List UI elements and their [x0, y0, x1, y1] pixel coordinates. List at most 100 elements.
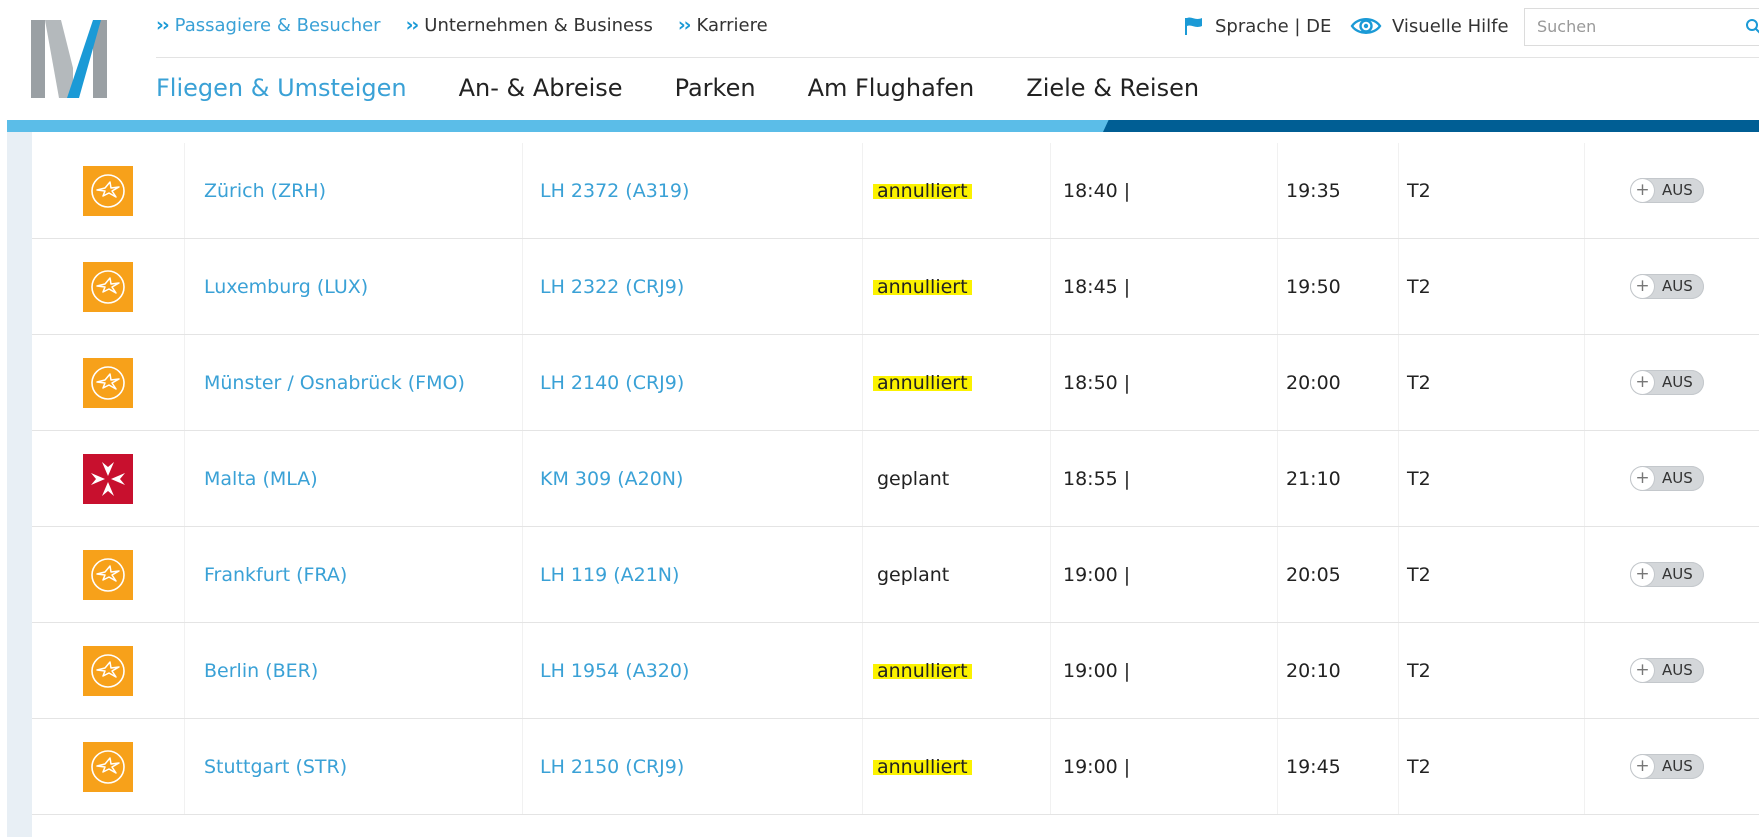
- column-divider: [522, 143, 523, 238]
- toggle-label: AUS: [1662, 469, 1693, 487]
- top-link-label: Karriere: [696, 14, 768, 36]
- departure-time-label: 18:55 |: [1063, 467, 1131, 490]
- column-divider: [862, 527, 863, 622]
- column-divider: [862, 431, 863, 526]
- status-label: annulliert: [873, 275, 972, 298]
- arrival-time: 20:00: [1286, 335, 1341, 430]
- column-divider: [184, 239, 185, 334]
- flight-number-link[interactable]: KM 309 (A20N): [540, 431, 683, 526]
- destination-link[interactable]: Münster / Osnabrück (FMO): [204, 335, 465, 430]
- destination-link[interactable]: Frankfurt (FRA): [204, 527, 347, 622]
- table-row[interactable]: Frankfurt (FRA) LH 119 (A21N) geplant 19…: [32, 527, 1759, 623]
- flight-alert-toggle[interactable]: + AUS: [1630, 178, 1704, 203]
- destination-link[interactable]: Berlin (BER): [204, 623, 318, 718]
- airline-logo-cell: [83, 431, 133, 526]
- flight-number-label: LH 2150 (CRJ9): [540, 755, 685, 778]
- departure-time-label: 19:00 |: [1063, 755, 1131, 778]
- airline-logo-cell: [83, 719, 133, 814]
- flag-icon: [1185, 17, 1202, 35]
- main-nav-arrival-departure[interactable]: An- & Abreise: [459, 74, 623, 102]
- flight-number-link[interactable]: LH 2150 (CRJ9): [540, 719, 684, 814]
- column-divider: [184, 143, 185, 238]
- destination-link[interactable]: Malta (MLA): [204, 431, 318, 526]
- munich-airport-logo[interactable]: [31, 20, 107, 98]
- flight-toggle-cell: + AUS: [1630, 623, 1704, 718]
- terminal: T2: [1407, 431, 1431, 526]
- column-divider: [184, 623, 185, 718]
- main-nav-parking[interactable]: Parken: [675, 74, 756, 102]
- column-divider: [1277, 335, 1278, 430]
- flight-alert-toggle[interactable]: + AUS: [1630, 370, 1704, 395]
- column-divider: [1398, 239, 1399, 334]
- top-link-label: Unternehmen & Business: [424, 14, 653, 36]
- destination-link[interactable]: Luxemburg (LUX): [204, 239, 368, 334]
- destination-link[interactable]: Zürich (ZRH): [204, 143, 326, 238]
- airline-logo-cell: [83, 623, 133, 718]
- flight-alert-toggle[interactable]: + AUS: [1630, 466, 1704, 491]
- table-row[interactable]: Berlin (BER) LH 1954 (A320) annulliert 1…: [32, 623, 1759, 719]
- departure-time: 19:00 |: [1063, 527, 1130, 622]
- flight-status: annulliert: [873, 335, 972, 430]
- arrival-time-label: 20:10: [1286, 659, 1341, 682]
- status-label: annulliert: [873, 179, 972, 202]
- departure-time: 18:45 |: [1063, 239, 1130, 334]
- column-divider: [1398, 143, 1399, 238]
- table-row[interactable]: Zürich (ZRH) LH 2372 (A319) annulliert 1…: [32, 143, 1759, 239]
- destination-link[interactable]: Stuttgart (STR): [204, 719, 347, 814]
- flight-number-label: LH 1954 (A320): [540, 659, 690, 682]
- column-divider: [1584, 527, 1585, 622]
- top-link-business[interactable]: ›› Unternehmen & Business: [406, 14, 653, 36]
- flight-number-link[interactable]: LH 119 (A21N): [540, 527, 679, 622]
- column-divider: [522, 719, 523, 814]
- plus-icon: +: [1631, 659, 1654, 682]
- arrival-time: 20:10: [1286, 623, 1341, 718]
- arrival-time-label: 20:00: [1286, 371, 1341, 394]
- column-divider: [862, 623, 863, 718]
- terminal: T2: [1407, 143, 1431, 238]
- flight-alert-toggle[interactable]: + AUS: [1630, 274, 1704, 299]
- arrival-time-label: 19:35: [1286, 179, 1341, 202]
- destination-label: Zürich (ZRH): [204, 179, 327, 202]
- search-icon[interactable]: [1745, 18, 1759, 36]
- search-input[interactable]: [1525, 9, 1737, 43]
- destination-label: Stuttgart (STR): [204, 755, 348, 778]
- visual-help-link[interactable]: Visuelle Hilfe: [1350, 13, 1509, 39]
- departure-time: 18:55 |: [1063, 431, 1130, 526]
- status-label: geplant: [877, 467, 950, 490]
- top-link-passengers[interactable]: ›› Passagiere & Besucher: [156, 14, 381, 36]
- table-row[interactable]: Münster / Osnabrück (FMO) LH 2140 (CRJ9)…: [32, 335, 1759, 431]
- flight-number-link[interactable]: LH 2322 (CRJ9): [540, 239, 684, 334]
- table-row[interactable]: Stuttgart (STR) LH 2150 (CRJ9) annullier…: [32, 719, 1759, 815]
- main-nav: Fliegen & Umsteigen An- & Abreise Parken…: [156, 70, 1251, 106]
- visual-help-label: Visuelle Hilfe: [1392, 15, 1509, 37]
- terminal-label: T2: [1407, 179, 1431, 202]
- flight-alert-toggle[interactable]: + AUS: [1630, 658, 1704, 683]
- column-divider: [1398, 719, 1399, 814]
- flight-status: annulliert: [873, 623, 972, 718]
- flight-toggle-cell: + AUS: [1630, 335, 1704, 430]
- column-divider: [1277, 431, 1278, 526]
- table-row[interactable]: Luxemburg (LUX) LH 2322 (CRJ9) annullier…: [32, 239, 1759, 335]
- flight-number-link[interactable]: LH 1954 (A320): [540, 623, 689, 718]
- flight-number-link[interactable]: LH 2372 (A319): [540, 143, 689, 238]
- top-link-career[interactable]: ›› Karriere: [678, 14, 768, 36]
- language-switch[interactable]: Sprache | DE: [1183, 13, 1331, 39]
- main-nav-at-airport[interactable]: Am Flughafen: [808, 74, 975, 102]
- flight-alert-toggle[interactable]: + AUS: [1630, 754, 1704, 779]
- departure-time-label: 18:45 |: [1063, 275, 1131, 298]
- column-divider: [862, 143, 863, 238]
- terminal: T2: [1407, 527, 1431, 622]
- plus-icon: +: [1631, 563, 1654, 586]
- flight-toggle-cell: + AUS: [1630, 431, 1704, 526]
- main-nav-destinations[interactable]: Ziele & Reisen: [1026, 74, 1199, 102]
- flight-number-label: LH 2140 (CRJ9): [540, 371, 685, 394]
- lufthansa-crane-icon: [83, 645, 133, 696]
- main-nav-flying[interactable]: Fliegen & Umsteigen: [156, 74, 407, 102]
- lufthansa-crane-icon: [83, 261, 133, 312]
- table-row[interactable]: Malta (MLA) KM 309 (A20N) geplant 18:55 …: [32, 431, 1759, 527]
- column-divider: [522, 431, 523, 526]
- flight-alert-toggle[interactable]: + AUS: [1630, 562, 1704, 587]
- terminal-label: T2: [1407, 659, 1431, 682]
- column-divider: [1584, 623, 1585, 718]
- flight-number-link[interactable]: LH 2140 (CRJ9): [540, 335, 684, 430]
